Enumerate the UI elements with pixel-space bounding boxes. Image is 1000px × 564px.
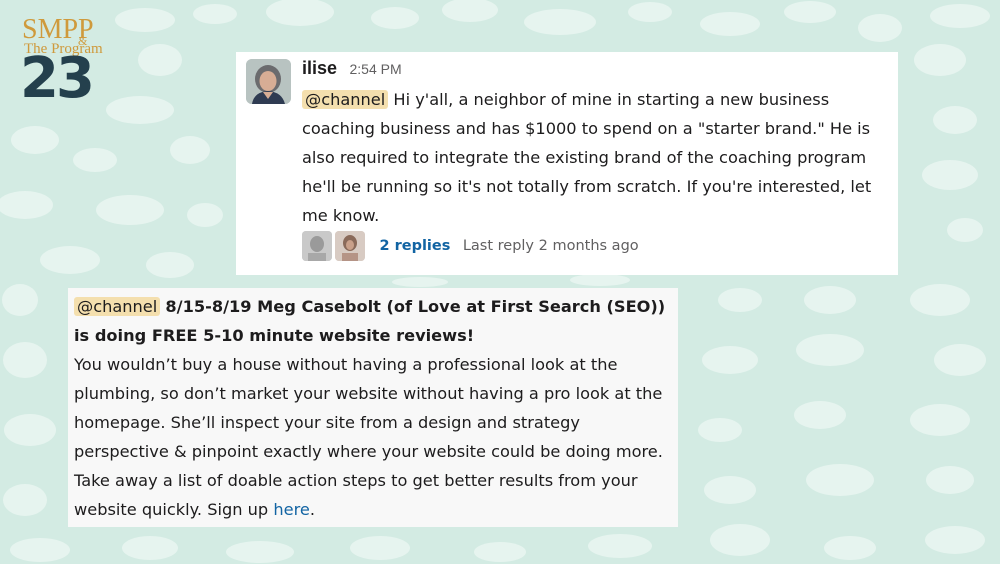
user-avatar-image — [246, 59, 291, 104]
message-header: ilise 2:54 PM — [302, 58, 402, 79]
signup-link[interactable]: here — [273, 500, 309, 519]
announcement-body: You wouldn’t buy a house without having … — [74, 355, 663, 519]
reply-avatar-1 — [302, 231, 332, 261]
message-body: Hi y'all, a neighbor of mine in starting… — [302, 90, 872, 225]
replies-link[interactable]: 2 replies — [379, 238, 450, 254]
reply-avatar-2 — [335, 231, 365, 261]
announcement-card: @channel 8/15-8/19 Meg Casebolt (of Love… — [68, 288, 678, 527]
announcement-text: @channel 8/15-8/19 Meg Casebolt (of Love… — [74, 292, 674, 524]
username[interactable]: ilise — [302, 58, 337, 78]
last-reply-time: Last reply 2 months ago — [462, 238, 639, 254]
channel-mention[interactable]: @channel — [302, 90, 389, 109]
thread-summary[interactable]: 2 replies Last reply 2 months ago — [302, 231, 639, 263]
slack-message-card: ilise 2:54 PM @channel Hi y'all, a neigh… — [236, 52, 898, 275]
announcement-period: . — [309, 500, 316, 519]
program-logo: SMPP & The Program 23 — [20, 16, 120, 112]
announcement-title: 8/15-8/19 Meg Casebolt (of Love at First… — [74, 297, 666, 345]
user-avatar[interactable] — [246, 59, 291, 104]
message-text: @channel Hi y'all, a neighbor of mine in… — [302, 85, 892, 230]
timestamp[interactable]: 2:54 PM — [349, 61, 401, 77]
channel-mention[interactable]: @channel — [74, 297, 161, 316]
logo-year: 23 — [20, 46, 95, 111]
